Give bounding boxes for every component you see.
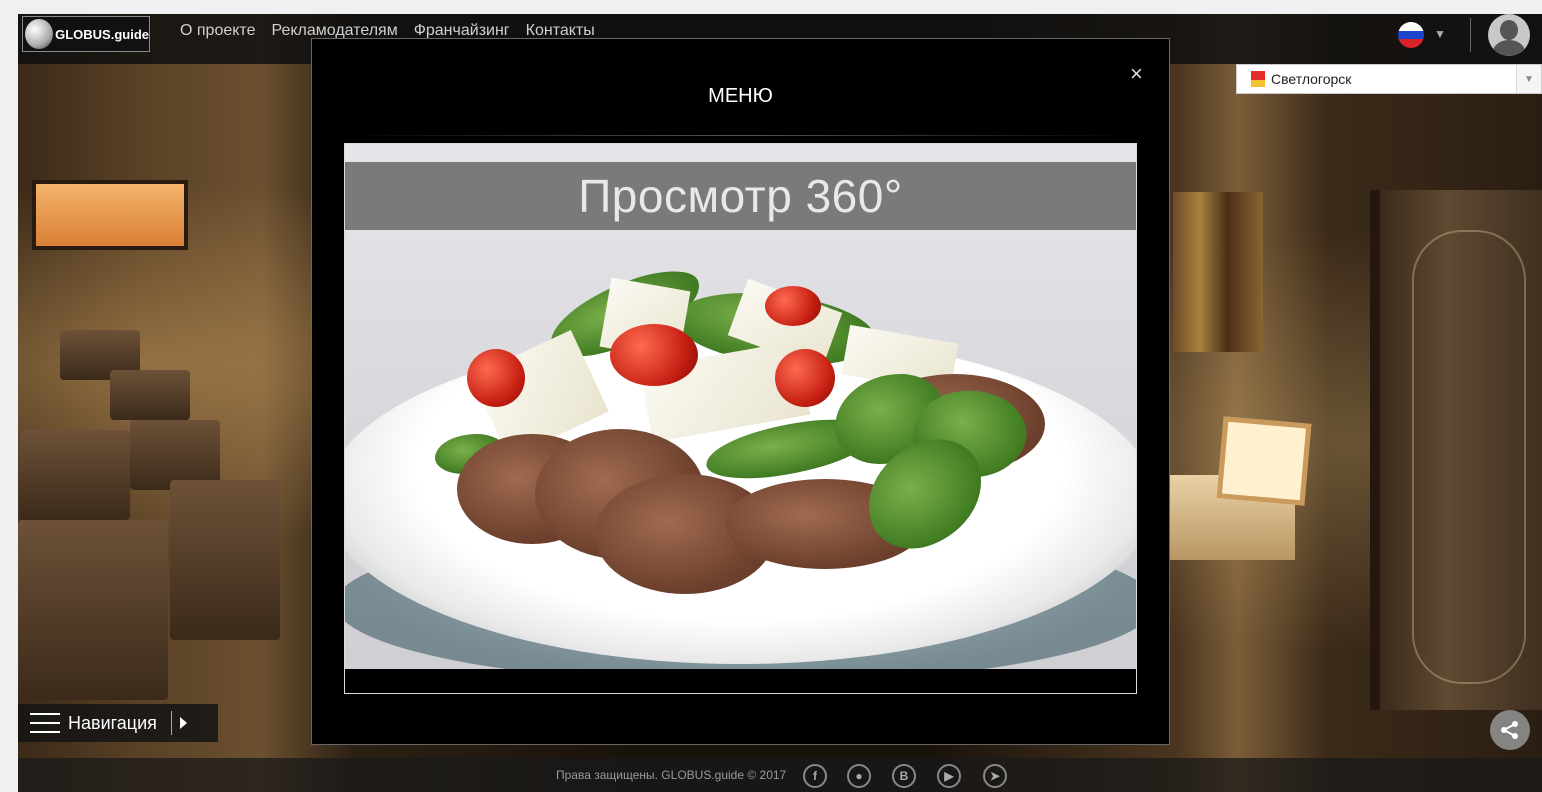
cherry-tomato	[610, 324, 698, 386]
chevron-down-icon[interactable]: ▼	[1516, 65, 1541, 93]
navigation-button[interactable]: Навигация	[18, 704, 218, 742]
facebook-icon[interactable]: f	[803, 764, 827, 788]
scene-photo-frame	[1216, 416, 1312, 506]
navigation-label: Навигация	[68, 712, 157, 733]
user-avatar-icon[interactable]	[1488, 14, 1530, 56]
hamburger-icon	[30, 713, 60, 733]
youtube-icon[interactable]: ▶	[937, 764, 961, 788]
scene-chair	[110, 370, 190, 420]
b-social-icon[interactable]: B	[892, 764, 916, 788]
city-select-value: Светлогорск	[1271, 71, 1352, 87]
scene-bar	[1173, 192, 1263, 352]
cherry-tomato	[775, 349, 835, 407]
close-icon[interactable]: ×	[1130, 61, 1143, 87]
view-360-banner[interactable]: Просмотр 360°	[345, 162, 1136, 230]
menu-modal: МЕНЮ × Просмотр 360°	[311, 38, 1170, 745]
city-emblem-icon	[1251, 71, 1265, 87]
share-icon	[1501, 721, 1518, 739]
copyright-text: Права защищены. GLOBUS.guide © 2017	[556, 768, 787, 782]
share-button[interactable]	[1490, 710, 1530, 750]
cherry-tomato	[467, 349, 525, 407]
footer: Права защищены. GLOBUS.guide © 2017 f ● …	[18, 758, 1542, 792]
cherry-tomato	[765, 286, 821, 326]
scene-chair	[20, 430, 130, 520]
language-flag-icon[interactable]	[1398, 22, 1424, 48]
divider	[1470, 18, 1471, 52]
logo[interactable]: GLOBUS.guide	[22, 16, 150, 52]
divider	[170, 711, 172, 735]
dish-photo: Просмотр 360°	[345, 144, 1136, 669]
scene-door-pattern	[1412, 230, 1526, 684]
menu-image-viewer[interactable]: Просмотр 360°	[344, 143, 1137, 694]
nav-link-about[interactable]: О проекте	[180, 22, 255, 40]
vk-icon[interactable]: ●	[847, 764, 871, 788]
globe-icon	[25, 19, 54, 49]
scene-tv	[32, 180, 188, 250]
modal-title: МЕНЮ	[708, 85, 773, 107]
telegram-icon[interactable]: ➤	[983, 764, 1007, 788]
city-select[interactable]: Светлогорск ▼	[1236, 64, 1542, 94]
scene-chair	[18, 520, 168, 700]
logo-text: GLOBUS.guide	[55, 26, 149, 42]
scene-chair	[170, 480, 280, 640]
chevron-down-icon[interactable]: ▼	[1434, 27, 1446, 41]
play-icon[interactable]	[179, 717, 187, 729]
divider	[342, 135, 1138, 136]
